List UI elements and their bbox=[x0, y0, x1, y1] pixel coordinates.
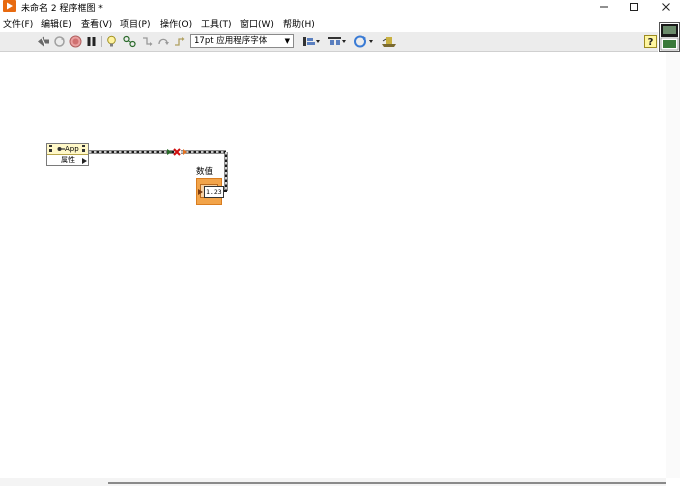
maximize-icon bbox=[630, 3, 638, 11]
property-node-header[interactable]: App bbox=[47, 144, 88, 155]
maximize-button[interactable] bbox=[620, 0, 648, 14]
property-key-icon bbox=[57, 147, 65, 151]
vi-icon-connector-pane[interactable] bbox=[659, 22, 680, 52]
retain-wire-values-icon[interactable] bbox=[123, 35, 136, 48]
vertical-scrollbar[interactable] bbox=[666, 52, 680, 478]
pause-icon[interactable] bbox=[85, 35, 98, 48]
svg-text:?: ? bbox=[648, 37, 654, 48]
reorder-menu[interactable] bbox=[353, 35, 375, 48]
context-help-icon: ? bbox=[644, 35, 657, 48]
vi-icon bbox=[660, 24, 679, 51]
toolbar: 17pt 应用程序字体 ▼ ? bbox=[0, 32, 658, 52]
context-help-button[interactable]: ? bbox=[644, 35, 657, 48]
step-into-icon[interactable] bbox=[141, 35, 154, 48]
menu-project[interactable]: 项目(P) bbox=[120, 17, 150, 30]
indicator-value: 1.23 bbox=[204, 186, 224, 198]
menu-tools[interactable]: 工具(T) bbox=[201, 17, 232, 30]
horizontal-scrollbar-thumb[interactable] bbox=[108, 482, 666, 484]
property-node[interactable]: App 属性 bbox=[46, 143, 89, 166]
output-terminal-arrow-icon bbox=[82, 158, 87, 164]
title-bar: 未命名 2 程序框图 * bbox=[0, 0, 680, 15]
chevron-down-icon: ▼ bbox=[284, 37, 290, 45]
input-terminal-arrow-icon bbox=[198, 189, 203, 195]
abort-icon[interactable] bbox=[69, 35, 82, 48]
numeric-indicator-terminal[interactable]: 1.23 bbox=[196, 178, 224, 205]
menu-help[interactable]: 帮助(H) bbox=[283, 17, 315, 30]
align-icon bbox=[303, 37, 320, 46]
minimize-button[interactable] bbox=[590, 0, 618, 14]
window-title: 未命名 2 程序框图 * bbox=[21, 4, 103, 14]
minimize-icon bbox=[600, 6, 608, 8]
font-selector-value: 17pt 应用程序字体 bbox=[194, 36, 268, 46]
clean-up-diagram-button[interactable] bbox=[381, 35, 397, 48]
wire-direction-arrow-icon bbox=[167, 149, 172, 155]
block-diagram-canvas[interactable]: App 属性 数值 1.23 bbox=[0, 52, 665, 478]
close-icon bbox=[662, 3, 670, 11]
run-arrow-icon[interactable] bbox=[37, 35, 50, 48]
property-node-class: App bbox=[65, 145, 79, 153]
wire-layer bbox=[89, 148, 228, 192]
clean-up-icon bbox=[382, 37, 396, 47]
indicator-label[interactable]: 数值 bbox=[196, 165, 213, 177]
font-selector[interactable]: 17pt 应用程序字体 ▼ bbox=[190, 34, 294, 48]
menu-file[interactable]: 文件(F) bbox=[3, 17, 33, 30]
menu-operate[interactable]: 操作(O) bbox=[160, 17, 192, 30]
toolbar-separator bbox=[101, 36, 102, 47]
menu-window[interactable]: 窗口(W) bbox=[240, 17, 274, 30]
close-button[interactable] bbox=[652, 0, 680, 14]
distribute-objects-menu[interactable] bbox=[327, 35, 347, 48]
menu-view[interactable]: 查看(V) bbox=[81, 17, 112, 30]
run-continuously-icon[interactable] bbox=[53, 35, 66, 48]
labview-app-icon bbox=[3, 0, 16, 12]
step-out-icon[interactable] bbox=[173, 35, 186, 48]
reorder-icon bbox=[354, 35, 373, 48]
reference-terminal-icon bbox=[49, 145, 52, 152]
reference-out-terminal-icon bbox=[82, 145, 85, 152]
wire-direction-arrow-icon bbox=[183, 149, 187, 155]
distribute-icon bbox=[328, 37, 346, 45]
step-over-icon[interactable] bbox=[157, 35, 170, 48]
menu-bar: 文件(F) 编辑(E) 查看(V) 项目(P) 操作(O) 工具(T) 窗口(W… bbox=[0, 16, 680, 30]
menu-edit[interactable]: 编辑(E) bbox=[41, 17, 72, 30]
highlight-execution-icon[interactable] bbox=[105, 35, 118, 48]
property-node-property[interactable]: 属性 bbox=[61, 156, 75, 165]
align-objects-menu[interactable] bbox=[301, 35, 321, 48]
